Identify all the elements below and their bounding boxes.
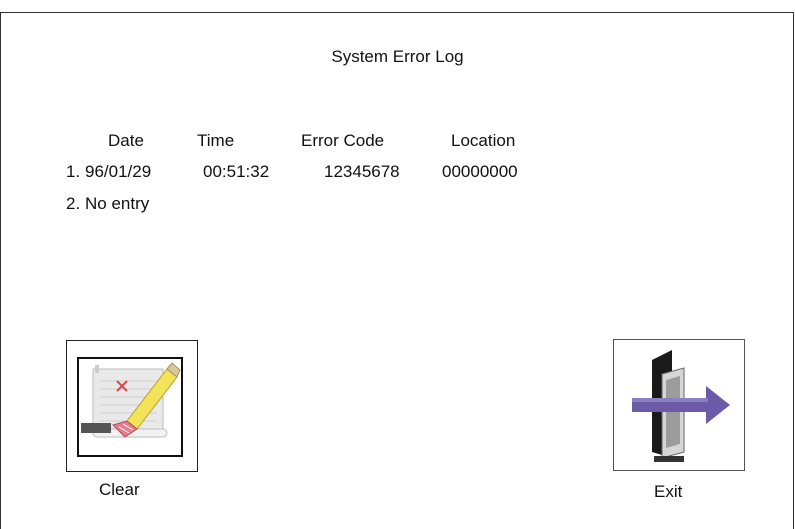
cell-location: 00000000 [442,162,518,181]
header-error-code: Error Code [301,131,385,150]
exit-door-icon [632,350,730,462]
cell-no-entry: No entry [85,194,150,213]
cell-error-code: 12345678 [324,162,400,181]
clear-button[interactable] [66,340,198,472]
row-index: 1. [66,162,81,181]
cell-time: 00:51:32 [203,162,270,181]
header-time: Time [197,131,235,150]
exit-button[interactable] [613,339,745,471]
clear-icon-frame [77,357,183,457]
header-location: Location [451,131,516,150]
row-index: 2. [66,194,81,213]
exit-button-label[interactable]: Exit [654,482,682,502]
page-title: System Error Log [331,47,464,66]
header-date: Date [108,131,144,150]
cell-date: 96/01/29 [85,162,152,181]
eraser-clear-icon [81,362,181,438]
clear-button-label[interactable]: Clear [99,480,140,500]
